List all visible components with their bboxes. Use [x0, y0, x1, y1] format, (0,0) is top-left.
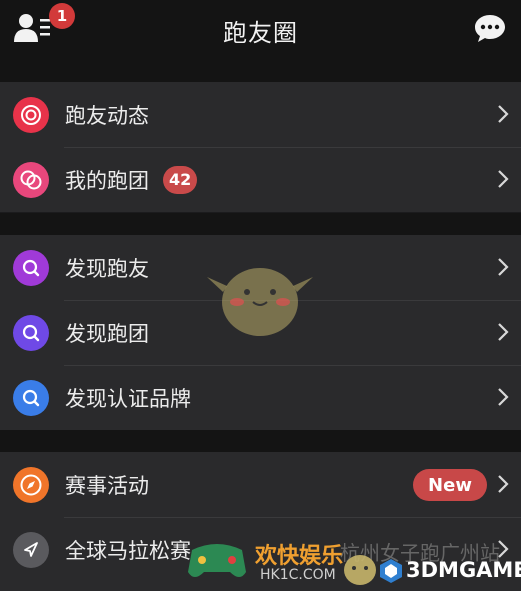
notification-badge: 1: [49, 3, 75, 29]
chevron-right-icon: [498, 323, 509, 341]
search-icon: [13, 379, 49, 416]
menu-group-discover: 发现跑友 发现跑团 发现认证品牌: [0, 235, 521, 430]
menu-item-runner-feed[interactable]: 跑友动态: [0, 82, 521, 147]
chevron-right-icon: [498, 388, 509, 406]
count-badge: 42: [163, 165, 198, 194]
chevron-right-icon: [498, 258, 509, 276]
chat-icon: [475, 15, 505, 42]
search-icon: [13, 249, 49, 286]
menu-group-social: 跑友动态 我的跑团 42: [0, 82, 521, 212]
chevron-right-icon: [498, 540, 509, 558]
section-gap: [0, 213, 521, 235]
chat-button[interactable]: [473, 12, 507, 44]
chevron-right-icon: [498, 170, 509, 188]
chevron-right-icon: [498, 105, 509, 123]
target-icon: [13, 96, 49, 133]
menu-item-global-marathon[interactable]: 全球马拉松赛 杭州女子跑广州站: [0, 517, 521, 582]
section-gap: [0, 60, 521, 82]
top-bar: 1 跑友圈: [0, 0, 521, 60]
menu-item-label: 赛事活动: [65, 473, 149, 498]
send-icon: [13, 531, 49, 568]
menu-item-label: 发现跑友: [65, 256, 149, 281]
rings-icon: [13, 161, 49, 198]
menu-group-events: 赛事活动 New 全球马拉松赛 杭州女子跑广州站: [0, 452, 521, 591]
menu-item-label: 发现跑团: [65, 321, 149, 346]
menu-item-label: 我的跑团: [65, 168, 149, 193]
search-icon: [13, 314, 49, 351]
menu-item-label: 发现认证品牌: [65, 386, 191, 411]
contacts-button[interactable]: [14, 12, 54, 46]
menu-item-discover-runners[interactable]: 发现跑友: [0, 235, 521, 300]
menu-item-discover-brands[interactable]: 发现认证品牌: [0, 365, 521, 430]
menu-item-events[interactable]: 赛事活动 New: [0, 452, 521, 517]
compass-icon: [13, 466, 49, 503]
menu-item-my-club[interactable]: 我的跑团 42: [0, 147, 521, 212]
new-badge: New: [413, 469, 487, 501]
menu-item-detail: 杭州女子跑广州站: [340, 541, 500, 565]
menu-item-label: 跑友动态: [65, 103, 149, 128]
section-gap: [0, 430, 521, 452]
page-title: 跑友圈: [223, 18, 298, 47]
chevron-right-icon: [498, 475, 509, 493]
menu-item-label: 全球马拉松赛: [65, 538, 191, 563]
contacts-icon: [14, 14, 50, 42]
menu-item-discover-clubs[interactable]: 发现跑团: [0, 300, 521, 365]
